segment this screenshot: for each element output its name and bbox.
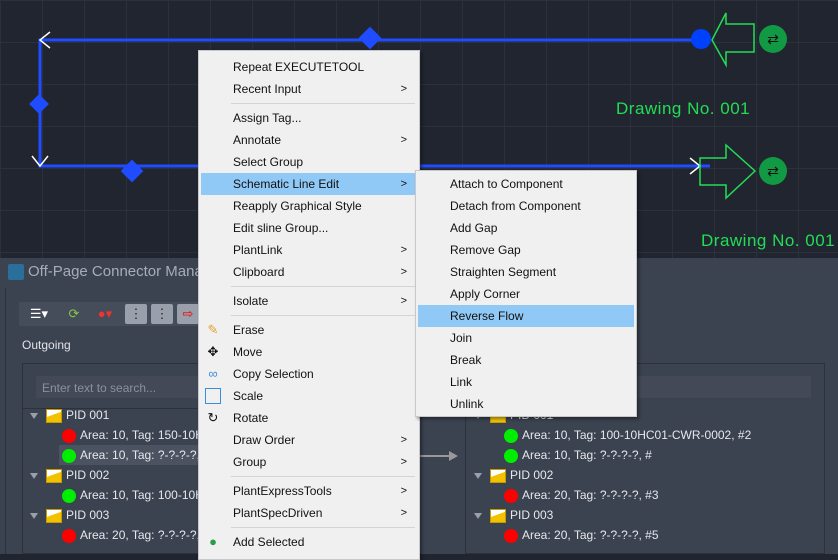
drawing-label: Drawing No. 001 <box>701 231 836 250</box>
context-menu: Repeat EXECUTETOOL Recent Input > Assign … <box>198 50 420 560</box>
tree-item[interactable]: Area: 10, Tag: 150-10HC <box>62 425 213 445</box>
tree-pid[interactable]: PID 002 <box>474 465 553 485</box>
menu-item-isolate[interactable]: Isolate > <box>201 290 417 312</box>
copy-icon: ∞ <box>208 366 218 381</box>
drawing-folder-icon <box>46 408 62 423</box>
menu-icon[interactable]: ☰▾ <box>25 304 53 324</box>
menu-item-select-group[interactable]: Select Group <box>201 151 417 173</box>
svg-text:⇄: ⇄ <box>767 163 779 179</box>
status-green-icon <box>62 448 76 463</box>
submenu-item-unlink[interactable]: Unlink <box>418 393 634 415</box>
link-arrow <box>420 455 450 457</box>
drawing-label: Drawing No. 001 <box>616 99 751 118</box>
search-input[interactable]: Enter text to search... <box>36 376 221 398</box>
submenu-item-link[interactable]: Link <box>418 371 634 393</box>
outgoing-label: Outgoing <box>22 338 71 352</box>
tree-item[interactable]: Area: 10, Tag: ?-?-?-?, # <box>504 445 652 465</box>
menu-item-move[interactable]: ✥ Move <box>201 341 417 363</box>
menu-item-scale[interactable]: Scale <box>201 385 417 407</box>
menu-item-erase[interactable]: ✎ Erase <box>201 319 417 341</box>
menu-item-plantexpresstools[interactable]: PlantExpressTools > <box>201 480 417 502</box>
refresh-icon[interactable]: ⟳ <box>63 304 85 324</box>
app-icon <box>8 264 24 280</box>
color-dots-icon[interactable]: ●▾ <box>91 304 119 324</box>
rotate-icon: ↻ <box>207 410 219 425</box>
status-red-icon <box>504 528 518 543</box>
menu-item-annotate[interactable]: Annotate > <box>201 129 417 151</box>
grip-diamond <box>29 94 49 114</box>
tree-item[interactable]: Area: 10, Tag: 100-10HC <box>62 485 213 505</box>
grip-endpoint <box>691 29 711 49</box>
submenu-item-apply-corner[interactable]: Apply Corner <box>418 283 634 305</box>
submenu-item-break[interactable]: Break <box>418 349 634 371</box>
status-green-icon <box>62 488 76 503</box>
drawing-folder-icon <box>490 508 506 523</box>
tree-view-icon[interactable]: ⋮ <box>125 304 147 324</box>
move-icon: ✥ <box>207 344 219 359</box>
grip-diamond <box>358 26 382 50</box>
menu-item-assign-tag[interactable]: Assign Tag... <box>201 107 417 129</box>
arrow-head-icon <box>449 451 458 461</box>
eraser-icon: ✎ <box>207 322 219 337</box>
drawing-folder-icon <box>46 468 62 483</box>
submenu-item-reverse-flow[interactable]: Reverse Flow <box>418 305 634 327</box>
submenu-item-remove-gap[interactable]: Remove Gap <box>418 239 634 261</box>
menu-item-edit-sline-group[interactable]: Edit sline Group... <box>201 217 417 239</box>
tree-item[interactable]: Area: 20, Tag: ?-?-?-?, # <box>62 525 210 545</box>
tree-item[interactable]: Area: 20, Tag: ?-?-?-?, #3 <box>504 485 659 505</box>
off-page-connector-in <box>711 12 755 68</box>
tree-item-selected[interactable]: Area: 10, Tag: ?-?-?-?, # <box>59 445 210 465</box>
menu-item-copy-selection[interactable]: ∞ Copy Selection <box>201 363 417 385</box>
status-red-icon <box>62 528 76 543</box>
submenu-item-attach[interactable]: Attach to Component <box>418 173 634 195</box>
menu-item-rotate[interactable]: ↻ Rotate <box>201 407 417 429</box>
panel-title: Off-Page Connector Manage <box>28 263 220 280</box>
drawing-folder-icon <box>490 468 506 483</box>
tree-item[interactable]: Area: 10, Tag: 100-10HC01-CWR-0002, #2 <box>504 425 751 445</box>
menu-item-repeat[interactable]: Repeat EXECUTETOOL <box>201 56 417 78</box>
menu-item-clipboard[interactable]: Clipboard > <box>201 261 417 283</box>
tree-item[interactable]: Area: 20, Tag: ?-?-?-?, #5 <box>504 525 659 545</box>
menu-item-plantspecdriven[interactable]: PlantSpecDriven > <box>201 502 417 524</box>
menu-item-draw-order[interactable]: Draw Order > <box>201 429 417 451</box>
submenu-item-add-gap[interactable]: Add Gap <box>418 217 634 239</box>
tree-pid[interactable]: PID 002 <box>30 465 109 485</box>
status-red-icon <box>504 488 518 503</box>
menu-item-group[interactable]: Group > <box>201 451 417 473</box>
status-green-icon <box>504 448 518 463</box>
grip-diamond <box>120 159 144 183</box>
list-view-icon[interactable]: ⋮ <box>151 304 173 324</box>
submenu-item-join[interactable]: Join <box>418 327 634 349</box>
arrow-connector-icon[interactable]: ⇨ <box>177 304 199 324</box>
off-page-connector-out <box>699 143 757 200</box>
tree-pid[interactable]: PID 001 <box>30 405 109 425</box>
scale-icon <box>205 388 221 404</box>
tree-pid[interactable]: PID 003 <box>474 505 553 525</box>
menu-item-plantlink[interactable]: PlantLink > <box>201 239 417 261</box>
status-green-icon <box>504 428 518 443</box>
menu-item-reapply-style[interactable]: Reapply Graphical Style <box>201 195 417 217</box>
submenu-item-straighten[interactable]: Straighten Segment <box>418 261 634 283</box>
submenu-item-detach[interactable]: Detach from Component <box>418 195 634 217</box>
add-selected-icon: ● <box>209 534 217 549</box>
menu-item-recent-input[interactable]: Recent Input > <box>201 78 417 100</box>
status-red-icon <box>62 428 76 443</box>
menu-item-add-selected[interactable]: ● Add Selected <box>201 531 417 553</box>
menu-item-schematic-line-edit[interactable]: Schematic Line Edit > <box>201 173 417 195</box>
drawing-folder-icon <box>46 508 62 523</box>
tree-pid[interactable]: PID 003 <box>30 505 109 525</box>
svg-text:⇄: ⇄ <box>767 31 779 47</box>
schematic-line-edit-submenu: Attach to Component Detach from Componen… <box>415 170 637 417</box>
